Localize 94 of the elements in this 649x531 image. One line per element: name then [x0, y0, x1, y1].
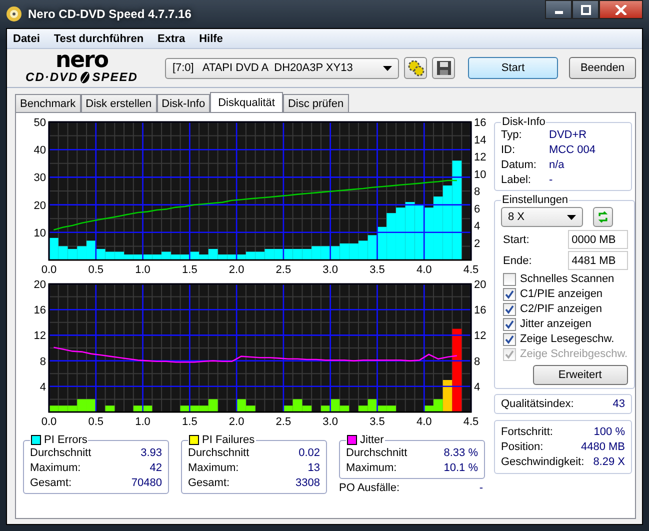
window-title: Nero CD-DVD Speed 4.7.7.16 — [28, 7, 192, 21]
stat-value: 8.33 % — [444, 446, 478, 461]
stat-value: 0.02 — [298, 446, 320, 461]
axis-label: 20 — [34, 200, 46, 212]
axis-label: 0.5 — [88, 264, 104, 276]
axis-label: 8 — [40, 356, 46, 368]
axis-label: 16 — [474, 117, 486, 129]
quality-value: 43 — [612, 398, 625, 410]
progress-label: Fortschritt: — [501, 425, 553, 440]
axis-label: 4.5 — [463, 264, 479, 276]
stat-label: Durchschnitt — [188, 446, 250, 461]
axis-label: 4 — [474, 220, 480, 232]
progress-value: 100 % — [594, 425, 625, 440]
axis-label: 0.0 — [41, 416, 57, 428]
stat-label: Maximum: — [188, 461, 239, 476]
axis-label: 3.0 — [322, 264, 338, 276]
stat-value: - — [479, 481, 483, 496]
axis-label: 2.5 — [276, 264, 292, 276]
info-label: Datum: — [501, 158, 538, 173]
axis-label: 2.0 — [228, 264, 244, 276]
axis-label: 50 — [34, 117, 46, 129]
checkbox-label: C2/PIF anzeigen — [520, 302, 602, 317]
axis-label: 10 — [474, 168, 486, 181]
info-label: Typ: — [501, 128, 523, 143]
axis-label: 3.0 — [322, 416, 338, 428]
axis-label: 8 — [474, 356, 480, 368]
group-title: Einstellungen — [502, 194, 568, 206]
axis-label: 2 — [474, 238, 480, 250]
logo-text: nero — [55, 52, 108, 70]
axis-label: 1.5 — [182, 416, 198, 428]
stat-value: 13 — [308, 461, 320, 476]
info-value: - — [549, 173, 553, 188]
stat-label: PO Ausfälle: — [339, 481, 400, 496]
info-value: DVD+R — [549, 128, 587, 143]
axis-label: 1.5 — [182, 264, 198, 276]
axis-label: 2.5 — [276, 416, 292, 428]
axis-label: 4.0 — [416, 416, 432, 428]
progress-value: 8.29 X — [593, 455, 625, 470]
stat-value: 3.93 — [140, 446, 162, 461]
group-title: Jitter — [360, 434, 384, 446]
axis-label: 3.5 — [370, 416, 385, 428]
stat-label: Durchschnitt — [30, 446, 92, 461]
logo-text: CD·DVD — [26, 70, 78, 84]
group-title: Disk-Info — [502, 116, 546, 128]
info-label: ID: — [501, 143, 516, 158]
axis-label: 0.0 — [41, 264, 57, 276]
group-title: PI Errors — [44, 434, 88, 446]
stat-value: 10.1 % — [444, 461, 478, 476]
axis-label: 16 — [474, 304, 486, 317]
axis-label: 16 — [34, 304, 46, 317]
stat-label: Gesamt: — [188, 476, 230, 491]
axis-label: 3.5 — [370, 264, 385, 276]
stat-value: 3308 — [296, 476, 320, 491]
quality-label: Qualitätsindex: — [501, 398, 574, 410]
stat-label: Durchschnitt — [346, 446, 408, 461]
progress-value: 4480 MB — [580, 440, 625, 455]
axis-label: 0.5 — [88, 416, 104, 428]
info-value: MCC 004 — [549, 143, 596, 158]
axis-label: 12 — [34, 330, 46, 342]
axis-label: 6 — [474, 203, 480, 216]
axis-label: 40 — [34, 144, 46, 157]
axis-label: 4 — [474, 381, 480, 394]
checkbox-label: Schnelles Scannen — [520, 272, 614, 287]
progress-label: Geschwindigkeit: — [501, 455, 584, 470]
checkbox-label: Zeige Schreibgeschw. — [520, 347, 628, 362]
axis-label: 10 — [34, 227, 46, 240]
checkbox-label: Zeige Lesegeschw. — [520, 332, 614, 347]
stat-label: Gesamt: — [30, 476, 72, 491]
axis-label: 2.0 — [228, 416, 244, 428]
axis-label: 1.0 — [135, 416, 150, 428]
stat-label: Maximum: — [346, 461, 397, 476]
progress-label: Position: — [501, 440, 544, 455]
axis-label: 4.5 — [463, 416, 479, 428]
axis-label: 4.0 — [416, 264, 432, 276]
info-label: Label: — [501, 173, 532, 188]
axis-label: 30 — [34, 172, 46, 184]
checkbox-label: Jitter anzeigen — [520, 317, 592, 332]
axis-label: 1.0 — [135, 264, 150, 276]
stat-value: 70480 — [131, 476, 162, 491]
axis-label: 12 — [474, 152, 486, 164]
field-label: Ende: — [503, 254, 532, 266]
axis-label: 20 — [474, 279, 486, 291]
info-value: n/a — [549, 158, 564, 173]
axis-label: 14 — [474, 134, 486, 146]
axis-label: 4 — [40, 381, 46, 394]
checkbox-label: C1/PIE anzeigen — [520, 287, 603, 302]
stat-label: Maximum: — [30, 461, 81, 476]
logo-text: SPEED — [92, 70, 138, 84]
stat-value: 42 — [150, 461, 162, 476]
axis-label: 8 — [474, 186, 480, 198]
group-title: PI Failures — [202, 434, 255, 446]
axis-label: 20 — [34, 279, 46, 291]
field-label: Start: — [503, 234, 530, 246]
axis-label: 12 — [474, 330, 486, 342]
